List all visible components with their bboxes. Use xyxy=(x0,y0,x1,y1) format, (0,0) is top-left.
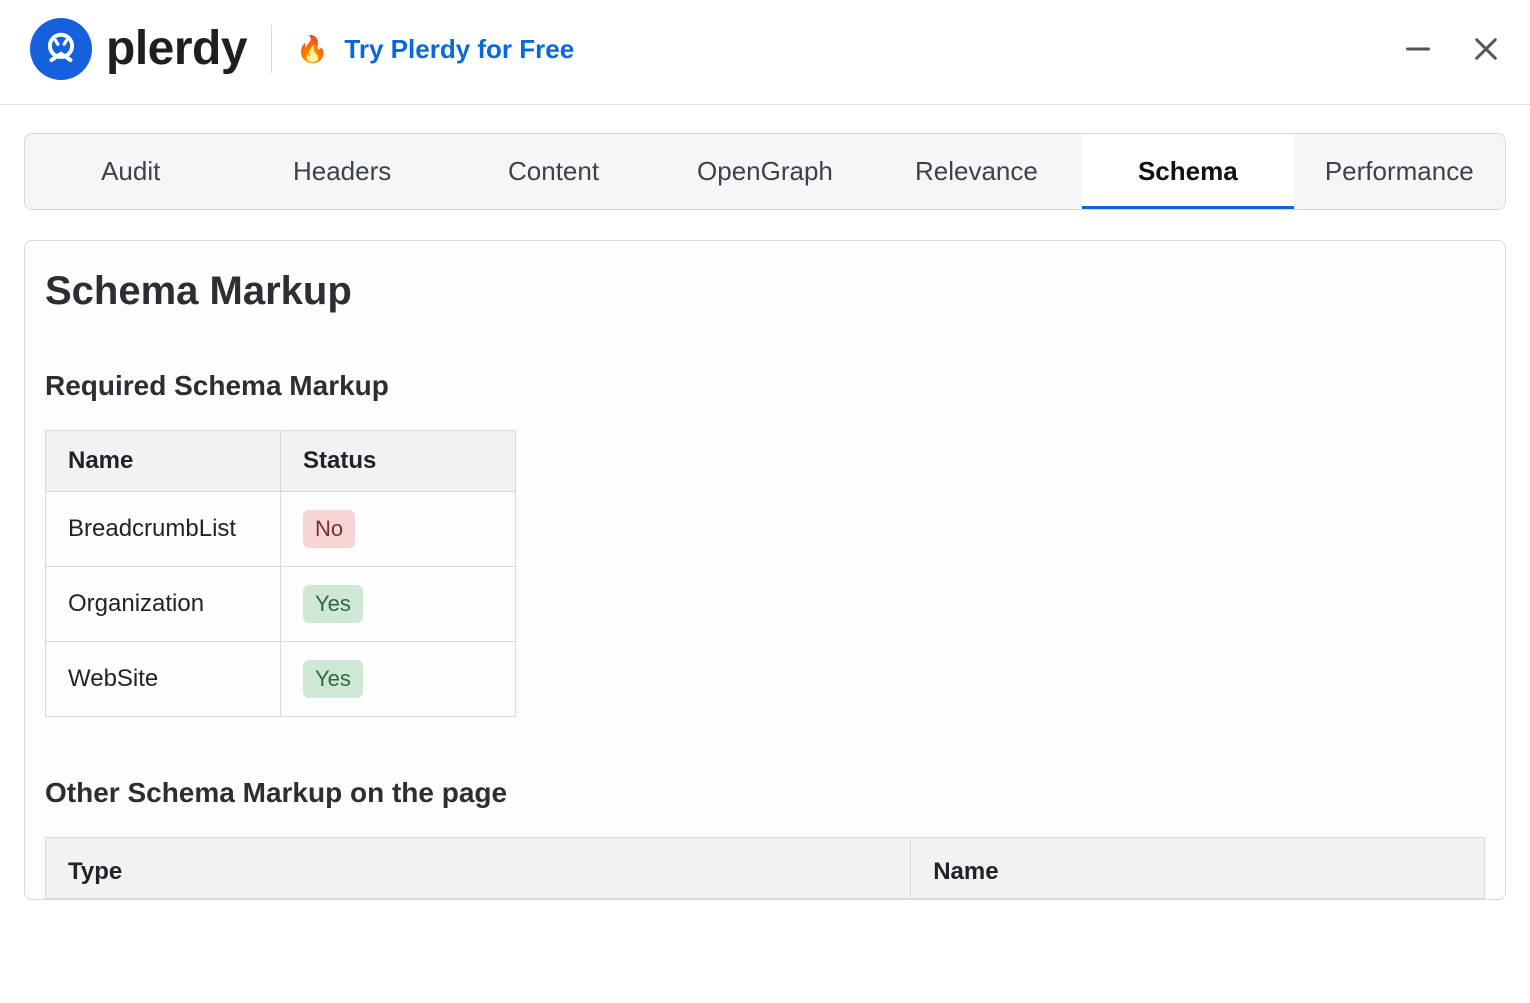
schema-name: WebSite xyxy=(46,642,281,717)
schema-status: Yes xyxy=(281,642,516,717)
tab-bar: AuditHeadersContentOpenGraphRelevanceSch… xyxy=(24,133,1506,210)
brand-name: plerdy xyxy=(106,25,247,73)
schema-panel: Schema Markup Required Schema Markup Nam… xyxy=(24,240,1506,900)
divider xyxy=(271,25,272,73)
col-header-type: Type xyxy=(46,838,911,899)
schema-name: Organization xyxy=(46,567,281,642)
table-row: BreadcrumbList No xyxy=(46,492,516,567)
schema-status: No xyxy=(281,492,516,567)
col-header-status: Status xyxy=(281,431,516,492)
tab-headers[interactable]: Headers xyxy=(236,134,447,209)
tab-performance[interactable]: Performance xyxy=(1294,134,1505,209)
table-row: WebSite Yes xyxy=(46,642,516,717)
try-free-link[interactable]: Try Plerdy for Free xyxy=(344,34,574,65)
minimize-button[interactable] xyxy=(1404,35,1432,63)
tab-opengraph[interactable]: OpenGraph xyxy=(659,134,870,209)
required-heading: Required Schema Markup xyxy=(45,370,1485,402)
status-badge: No xyxy=(303,510,355,548)
other-heading: Other Schema Markup on the page xyxy=(45,777,1485,809)
tab-audit[interactable]: Audit xyxy=(25,134,236,209)
brand-logo[interactable]: plerdy xyxy=(30,18,247,80)
schema-status: Yes xyxy=(281,567,516,642)
table-row: Organization Yes xyxy=(46,567,516,642)
app-header: plerdy 🔥 Try Plerdy for Free xyxy=(0,0,1530,105)
status-badge: Yes xyxy=(303,585,363,623)
schema-name: BreadcrumbList xyxy=(46,492,281,567)
tab-schema[interactable]: Schema xyxy=(1082,134,1293,209)
page-title: Schema Markup xyxy=(45,269,1485,314)
required-schema-table: Name Status BreadcrumbList No Organization… xyxy=(45,430,516,717)
tab-relevance[interactable]: Relevance xyxy=(871,134,1082,209)
plerdy-logo-icon xyxy=(30,18,92,80)
other-schema-table: Type Name xyxy=(45,837,1485,899)
fire-icon: 🔥 xyxy=(296,36,328,62)
window-controls xyxy=(1404,35,1500,63)
status-badge: Yes xyxy=(303,660,363,698)
col-header-name: Name xyxy=(46,431,281,492)
close-button[interactable] xyxy=(1472,35,1500,63)
col-header-name: Name xyxy=(911,838,1485,899)
tab-content[interactable]: Content xyxy=(448,134,659,209)
